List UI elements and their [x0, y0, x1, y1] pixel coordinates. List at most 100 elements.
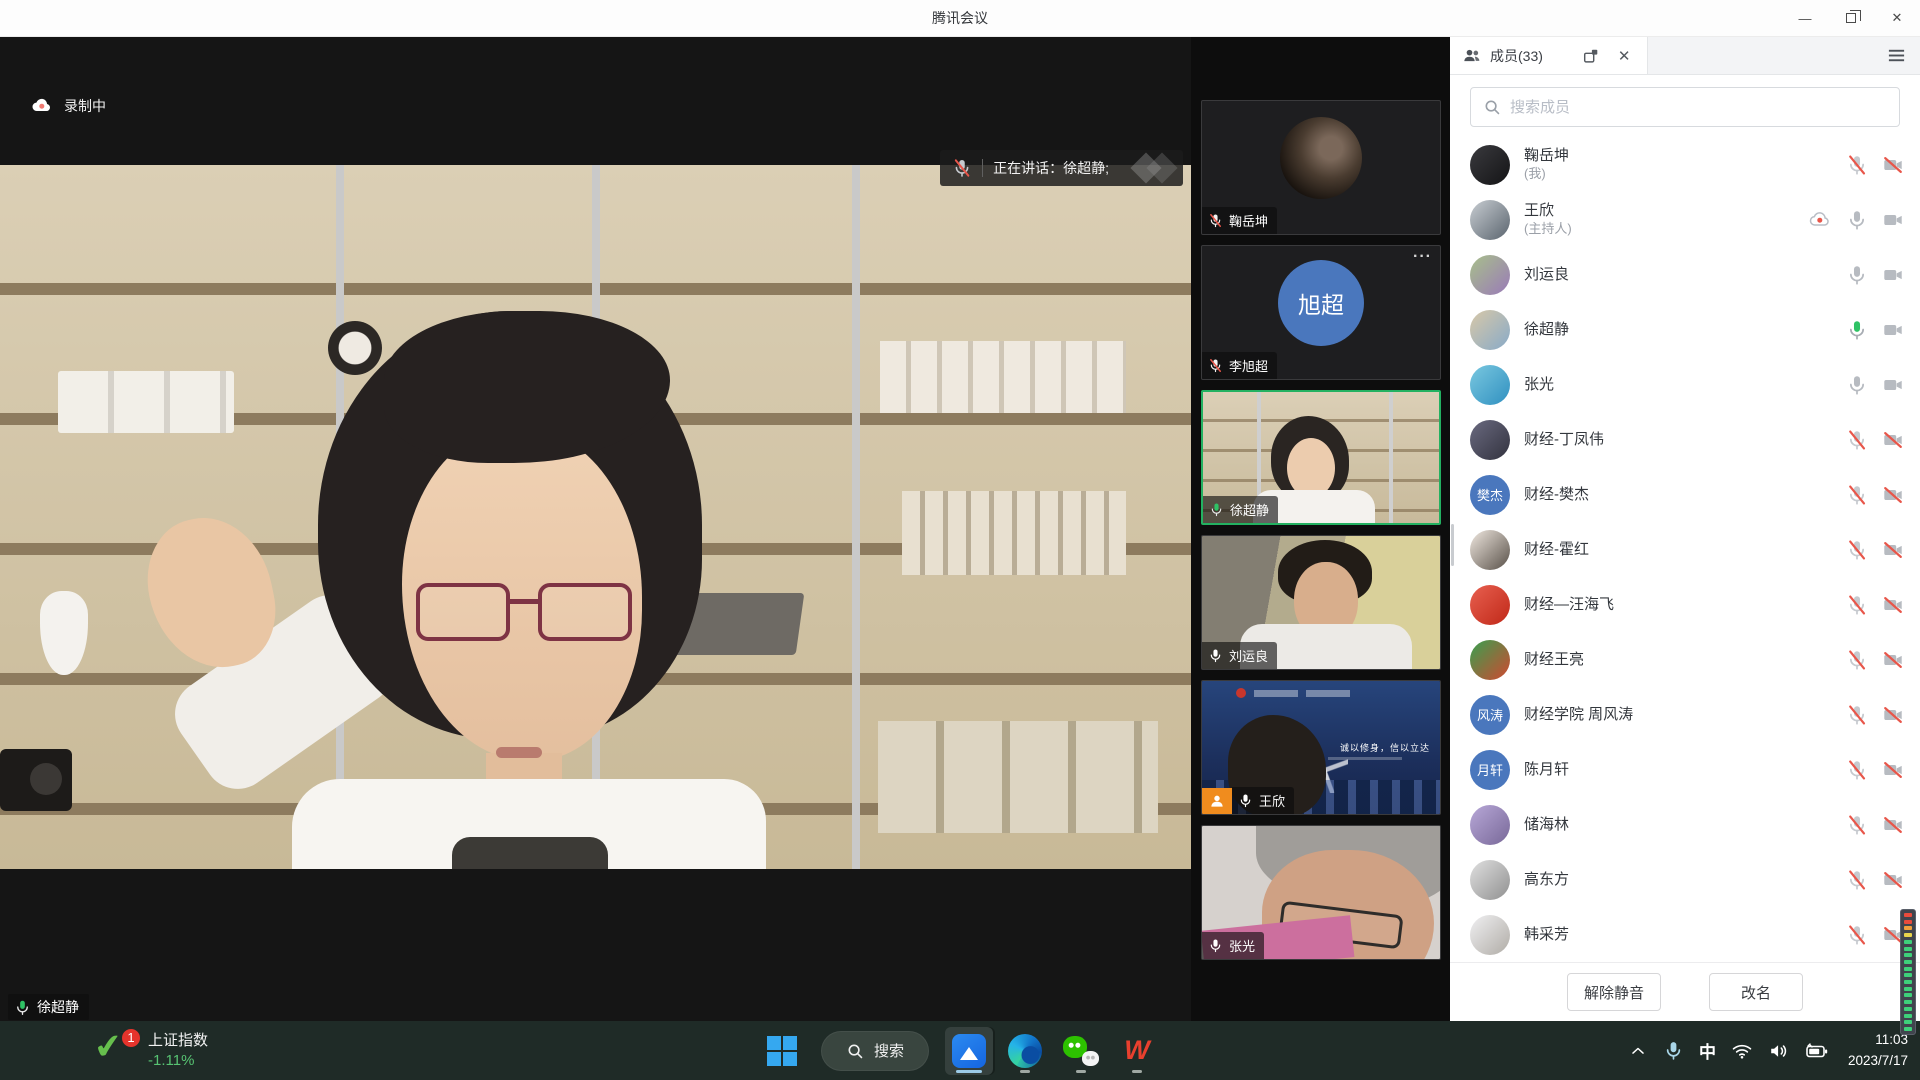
mic-status-icon — [1209, 502, 1224, 517]
battery-icon[interactable] — [1805, 1039, 1829, 1063]
tencent-meeting-icon — [952, 1034, 986, 1068]
member-row[interactable]: 张光 — [1450, 357, 1920, 412]
member-mic-button[interactable] — [1846, 209, 1868, 231]
minimize-button[interactable]: — — [1782, 0, 1828, 36]
member-row[interactable]: 财经-霍红 — [1450, 522, 1920, 577]
volume-icon[interactable] — [1768, 1040, 1790, 1062]
member-mic-button[interactable] — [1846, 264, 1868, 286]
thumbnail-name-tag: 刘运良 — [1202, 642, 1277, 669]
member-mic-button[interactable] — [1846, 814, 1868, 836]
video-thumbnail[interactable]: 张光 — [1201, 825, 1441, 960]
member-row[interactable]: 财经-丁凤伟 — [1450, 412, 1920, 467]
member-avatar — [1470, 860, 1510, 900]
stock-widget[interactable]: ✔ 1 上证指数 -1.11% — [92, 1021, 208, 1080]
member-camera-button[interactable] — [1882, 814, 1904, 836]
tray-chevron-up-icon[interactable] — [1628, 1041, 1648, 1061]
member-name: 财经-丁凤伟 — [1524, 430, 1846, 450]
member-mic-button[interactable] — [1846, 429, 1868, 451]
member-camera-button[interactable] — [1882, 649, 1904, 671]
close-button[interactable]: ✕ — [1874, 0, 1920, 36]
ime-indicator[interactable]: 中 — [1699, 1038, 1716, 1063]
more-options-button[interactable]: ··· — [1413, 248, 1432, 266]
member-mic-button[interactable] — [1846, 649, 1868, 671]
member-list-scrollbar[interactable] — [1451, 524, 1454, 566]
taskbar-app-wps[interactable]: W — [1113, 1027, 1161, 1075]
members-icon — [1462, 46, 1482, 66]
member-camera-button[interactable] — [1882, 209, 1904, 231]
member-row[interactable]: 徐超静 — [1450, 302, 1920, 357]
start-button[interactable] — [759, 1028, 805, 1074]
member-camera-button[interactable] — [1882, 319, 1904, 341]
member-camera-button[interactable] — [1882, 539, 1904, 561]
member-mic-button[interactable] — [1846, 539, 1868, 561]
tray-mic-icon[interactable] — [1663, 1040, 1684, 1061]
wall-clock — [328, 321, 382, 375]
member-row[interactable]: 刘运良 — [1450, 247, 1920, 302]
close-panel-button[interactable]: ✕ — [1613, 47, 1636, 65]
member-camera-button[interactable] — [1882, 594, 1904, 616]
video-thumbnail[interactable]: 诚以修身，信以立达王欣 — [1201, 680, 1441, 815]
member-avatar — [1470, 420, 1510, 460]
member-row[interactable]: 储海林 — [1450, 797, 1920, 852]
taskbar-app-meeting[interactable] — [945, 1027, 993, 1075]
member-camera-button[interactable] — [1882, 154, 1904, 176]
member-role: (主持人) — [1524, 220, 1808, 238]
member-avatar — [1470, 585, 1510, 625]
wifi-icon[interactable] — [1731, 1040, 1753, 1062]
member-row[interactable]: 高东方 — [1450, 852, 1920, 907]
member-camera-button[interactable] — [1882, 264, 1904, 286]
member-row[interactable]: 风涛财经学院 周风涛 — [1450, 687, 1920, 742]
video-thumbnail[interactable]: 徐超静 — [1201, 390, 1441, 525]
member-mic-button[interactable] — [1846, 319, 1868, 341]
member-row[interactable]: 财经—汪海飞 — [1450, 577, 1920, 632]
restore-button[interactable] — [1828, 0, 1874, 36]
member-mic-button[interactable] — [1846, 374, 1868, 396]
popout-panel-button[interactable] — [1577, 47, 1605, 65]
window-controls: — ✕ — [1782, 0, 1920, 36]
unmute-button[interactable]: 解除静音 — [1567, 973, 1661, 1011]
member-search-input[interactable] — [1510, 99, 1887, 116]
member-avatar — [1470, 200, 1510, 240]
member-camera-button[interactable] — [1882, 869, 1904, 891]
member-mic-button[interactable] — [1846, 154, 1868, 176]
taskbar-app-wechat[interactable] — [1057, 1027, 1105, 1075]
member-row[interactable]: 月轩陈月轩 — [1450, 742, 1920, 797]
member-name: 财经—汪海飞 — [1524, 595, 1846, 615]
taskbar-search[interactable]: 搜索 — [821, 1031, 929, 1071]
member-row[interactable]: 王欣(主持人) — [1450, 192, 1920, 247]
member-camera-button[interactable] — [1882, 484, 1904, 506]
member-camera-button[interactable] — [1882, 759, 1904, 781]
member-row[interactable]: 鞠岳坤(我) — [1450, 137, 1920, 192]
clock-date: 2023/7/17 — [1848, 1051, 1908, 1071]
member-name: 财经-樊杰 — [1524, 485, 1846, 505]
rename-button[interactable]: 改名 — [1709, 973, 1803, 1011]
edge-browser-icon — [1008, 1034, 1042, 1068]
video-thumbnail[interactable]: 旭超···李旭超 — [1201, 245, 1441, 380]
participant-name: 张光 — [1229, 936, 1255, 955]
member-mic-button[interactable] — [1846, 759, 1868, 781]
member-row[interactable]: 财经王亮 — [1450, 632, 1920, 687]
member-camera-button[interactable] — [1882, 704, 1904, 726]
members-tab[interactable]: 成员(33) ✕ — [1450, 37, 1648, 74]
taskbar-clock[interactable]: 11:03 2023/7/17 — [1848, 1030, 1908, 1071]
speaker-name-tag: 徐超静 — [8, 994, 89, 1020]
member-row[interactable]: 樊杰财经-樊杰 — [1450, 467, 1920, 522]
panel-menu-button[interactable] — [1887, 37, 1920, 74]
member-name: 徐超静 — [1524, 320, 1846, 340]
mic-status-icon — [1238, 793, 1253, 808]
member-name: 陈月轩 — [1524, 760, 1846, 780]
windows-start-icon — [767, 1036, 797, 1066]
member-mic-button[interactable] — [1846, 924, 1868, 946]
video-thumbnail[interactable]: 刘运良 — [1201, 535, 1441, 670]
member-mic-button[interactable] — [1846, 484, 1868, 506]
member-mic-button[interactable] — [1846, 594, 1868, 616]
taskbar-app-edge[interactable] — [1001, 1027, 1049, 1075]
member-row[interactable]: 韩采芳 — [1450, 907, 1920, 962]
member-mic-button[interactable] — [1846, 869, 1868, 891]
member-search-box[interactable] — [1470, 87, 1900, 127]
member-camera-button[interactable] — [1882, 374, 1904, 396]
main-video-area[interactable]: 录制中 正在讲话：徐超静; 徐超静 — [0, 37, 1191, 1021]
member-mic-button[interactable] — [1846, 704, 1868, 726]
video-thumbnail[interactable]: 鞠岳坤 — [1201, 100, 1441, 235]
member-camera-button[interactable] — [1882, 429, 1904, 451]
